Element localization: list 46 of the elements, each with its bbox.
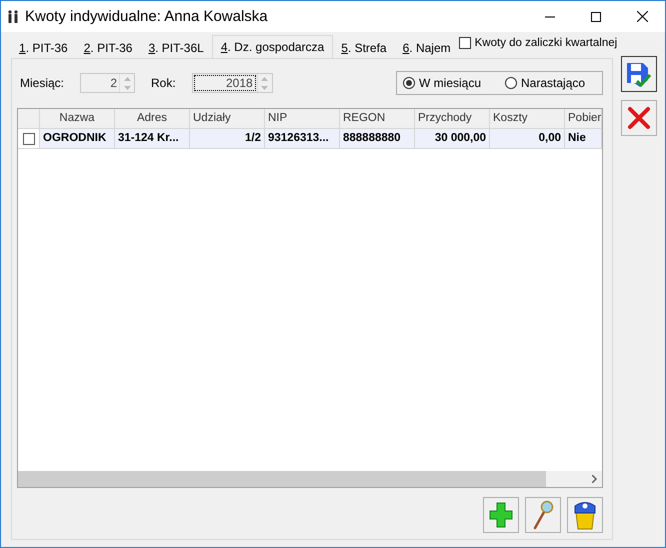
- column-header[interactable]: REGON: [340, 109, 415, 129]
- table-cell: 0,00: [490, 129, 565, 149]
- magnifier-icon: [532, 500, 554, 530]
- table-cell: 888888880: [340, 129, 415, 149]
- maximize-icon[interactable]: [591, 12, 601, 22]
- window-title: Kwoty indywidualne: Anna Kowalska: [25, 8, 269, 25]
- column-header[interactable]: Nazwa: [40, 109, 115, 129]
- radio-label: W miesiącu: [419, 76, 482, 90]
- tab[interactable]: 1. PIT-36: [11, 37, 76, 58]
- radio-label: Narastająco: [521, 76, 586, 90]
- tab[interactable]: 5. Strefa: [333, 37, 395, 58]
- people-icon: [7, 10, 19, 24]
- cancel-button[interactable]: [621, 100, 657, 136]
- plus-icon: [489, 502, 513, 528]
- preview-button[interactable]: [525, 497, 561, 533]
- delete-button[interactable]: [567, 497, 603, 533]
- table-cell: OGRODNIK: [40, 129, 115, 149]
- save-icon: [625, 60, 653, 88]
- tab[interactable]: 2. PIT-36: [76, 37, 140, 58]
- add-button[interactable]: [483, 497, 519, 533]
- tab[interactable]: 6. Najem: [394, 37, 459, 58]
- field-label: Rok:: [151, 76, 176, 90]
- bin-icon: [573, 500, 597, 530]
- checkbox[interactable]: [458, 37, 471, 49]
- save-button[interactable]: [621, 56, 657, 92]
- column-header[interactable]: NIP: [265, 109, 340, 129]
- column-header[interactable]: Udziały: [190, 109, 265, 129]
- table-cell: 31-124 Kr...: [115, 129, 190, 149]
- table-cell: 30 000,00: [415, 129, 490, 149]
- radio-button[interactable]: [505, 77, 518, 89]
- horizontal-scrollbar[interactable]: [18, 471, 602, 487]
- column-header[interactable]: Koszty: [490, 109, 565, 129]
- table-cell: Nie: [565, 129, 602, 149]
- column-header[interactable]: Przychody: [415, 109, 490, 129]
- column-header[interactable]: Adres: [115, 109, 190, 129]
- checkbox-label: Kwoty do zaliczki kwartalnej: [474, 37, 618, 49]
- tab[interactable]: 4. Dz. gospodarcza: [212, 35, 334, 58]
- table-cell: 1/2: [190, 129, 265, 149]
- cancel-icon: [627, 106, 651, 130]
- row-checkbox[interactable]: [22, 132, 34, 144]
- column-header[interactable]: Pobier: [565, 109, 602, 129]
- radio-button[interactable]: [403, 77, 415, 89]
- table-cell: 93126313...: [265, 129, 340, 149]
- field-label: Miesiąc:: [20, 76, 64, 90]
- close-icon[interactable]: [636, 11, 648, 22]
- tab[interactable]: 3. PIT-36L: [140, 37, 212, 58]
